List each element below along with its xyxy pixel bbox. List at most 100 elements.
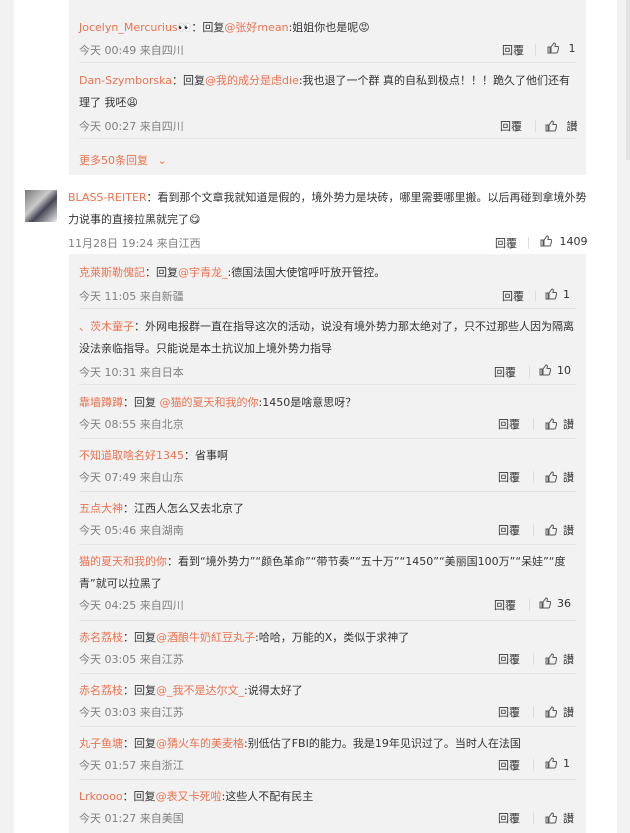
reply-button[interactable]: 回覆	[498, 651, 520, 667]
list-item: 克萊斯勒傀記：回复@宇青龙_:德国法国大使馆呼吁放开管控。 今天 11:05 来…	[69, 262, 586, 303]
mention-link[interactable]: @宇青龙_	[178, 266, 228, 279]
divider	[79, 384, 576, 385]
mention-link[interactable]: @猜火车的美麦格	[156, 737, 244, 750]
reply-button[interactable]: 回覆	[498, 416, 520, 432]
mention-link[interactable]: @我的成分是虑die	[205, 74, 299, 87]
divider	[79, 138, 576, 139]
thumbs-up-icon	[547, 42, 559, 54]
like-button[interactable]: 1	[545, 288, 570, 301]
like-button[interactable]: 1	[545, 757, 570, 770]
reply-button[interactable]: 回覆	[494, 364, 516, 380]
like-button[interactable]: 讃	[545, 469, 574, 485]
thumbs-up-icon	[539, 364, 551, 376]
divider	[533, 812, 534, 824]
reply-prefix: ：回复	[123, 737, 156, 750]
reply-button[interactable]: 回覆	[494, 597, 516, 613]
reply-button[interactable]: 回覆	[502, 288, 524, 304]
like-button[interactable]: 讃	[545, 810, 574, 826]
timestamp: 今天 04:25 来自四川	[79, 599, 184, 612]
reply-button[interactable]: 回覆	[498, 757, 520, 773]
username-link[interactable]: Jocelyn_Mercurius	[79, 21, 178, 34]
like-button[interactable]: 讃	[545, 522, 574, 538]
reply-prefix: ：回复	[145, 266, 178, 279]
username-link[interactable]: 靠墙蹲蹲	[79, 396, 123, 409]
mention-link[interactable]: @张好mean	[224, 21, 288, 34]
more-replies-label: 更多50条回复	[79, 154, 148, 167]
reply-prefix: ：回复	[123, 684, 156, 697]
like-button[interactable]: 1409	[540, 235, 588, 248]
timestamp: 今天 01:57 来自浙江	[79, 759, 184, 772]
like-button[interactable]: 讃	[545, 118, 578, 134]
thumbs-up-icon	[545, 706, 557, 718]
emoji-icon: 😡	[358, 21, 370, 34]
username-link[interactable]: 、茨木童子	[79, 320, 134, 333]
reply-button[interactable]: 回覆	[498, 704, 520, 720]
like-button[interactable]: 1	[547, 42, 576, 55]
mention-link[interactable]: @表又卡死啦	[156, 790, 222, 803]
username-link[interactable]: 不知道取啥名好1345	[79, 449, 184, 462]
list-item: Lrkoooo：回复@表又卡死啦:这些人不配有民主 今天 01:27 来自美国 …	[69, 786, 586, 825]
username-link[interactable]: 赤名荔枝	[79, 684, 123, 697]
comment-text: :别低估了FBI的能力。我是19年见识过了。当时人在法国	[244, 737, 521, 750]
timestamp: 今天 01:27 来自美国	[79, 812, 184, 825]
thumbs-up-icon	[539, 597, 551, 609]
like-count: 讃	[563, 418, 574, 431]
like-button[interactable]: 讃	[545, 704, 574, 720]
reply-prefix: ：回复	[172, 74, 206, 87]
left-margin	[0, 0, 14, 833]
timestamp: 11月28日 19:24 来自江西	[68, 237, 201, 250]
more-replies-link[interactable]: 更多50条回复 ⌄	[79, 152, 167, 168]
reply-prefix: ：回复	[122, 790, 156, 803]
username-link[interactable]: 赤名荔枝	[79, 631, 123, 644]
list-item: 不知道取啥名好1345：省事啊 今天 07:49 来自山东 回覆 讃	[69, 445, 586, 484]
scrollbar-thumb[interactable]	[626, 0, 630, 160]
reply-prefix: ：回复	[123, 631, 156, 644]
scrollbar[interactable]	[617, 0, 630, 833]
divider	[79, 779, 576, 780]
comment-text: :哈哈，万能的X，类似于求神了	[255, 631, 410, 644]
mention-link[interactable]: @猫的夏天和我的你	[160, 396, 259, 409]
thumbs-up-icon	[545, 120, 557, 132]
username-link[interactable]: 丸子鱼塘	[79, 737, 123, 750]
reply-button[interactable]: 回覆	[498, 469, 520, 485]
username-link[interactable]: Dan-Szymborska	[79, 74, 172, 87]
username-link[interactable]: BLASS-REITER	[68, 191, 147, 204]
reply-prefix: ：回复	[123, 396, 160, 409]
comment-text: :1450是啥意思呀？	[258, 396, 357, 409]
reply-thread: 克萊斯勒傀記：回复@宇青龙_:德国法国大使馆呼吁放开管控。 今天 11:05 来…	[69, 254, 586, 833]
thumbs-up-icon	[545, 524, 557, 536]
comment-text: :这些人不配有民主	[221, 790, 314, 803]
timestamp: 今天 10:31 来自日本	[79, 366, 184, 379]
like-count: 1	[568, 42, 576, 55]
like-count: 讃	[563, 653, 574, 666]
badge-icon: 👀	[177, 21, 192, 34]
like-button[interactable]: 10	[539, 364, 571, 377]
reply-button[interactable]: 回覆	[500, 118, 522, 134]
reply-button[interactable]: 回覆	[495, 235, 517, 251]
reply-button[interactable]: 回覆	[498, 522, 520, 538]
divider	[79, 438, 576, 439]
comment-text: ：江西人怎么又去北京了	[123, 502, 244, 515]
username-link[interactable]: 猫的夏天和我的你	[79, 555, 167, 568]
comment-text: ：省事啊	[184, 449, 228, 462]
thumbs-up-icon	[540, 235, 552, 247]
like-count: 1	[563, 288, 570, 301]
divider	[533, 706, 534, 718]
divider	[533, 653, 534, 665]
reply-button[interactable]: 回覆	[502, 42, 524, 58]
mention-link[interactable]: @酒酿牛奶紅豆丸子	[156, 631, 255, 644]
list-item: 五点大神：江西人怎么又去北京了 今天 05:46 来自湖南 回覆 讃	[69, 498, 586, 537]
thumbs-up-icon	[545, 757, 557, 769]
avatar[interactable]	[25, 190, 57, 222]
chevron-down-icon: ⌄	[157, 154, 167, 167]
like-count: 10	[557, 364, 571, 377]
username-link[interactable]: Lrkoooo	[79, 790, 123, 803]
like-button[interactable]: 讃	[545, 651, 574, 667]
timestamp: 今天 00:49 来自四川	[79, 44, 184, 57]
like-button[interactable]: 讃	[545, 416, 574, 432]
mention-link[interactable]: @_我不是达尔文_	[156, 684, 244, 697]
username-link[interactable]: 克萊斯勒傀記	[79, 266, 145, 279]
reply-button[interactable]: 回覆	[498, 810, 520, 826]
username-link[interactable]: 五点大神	[79, 502, 123, 515]
like-button[interactable]: 36	[539, 597, 571, 610]
